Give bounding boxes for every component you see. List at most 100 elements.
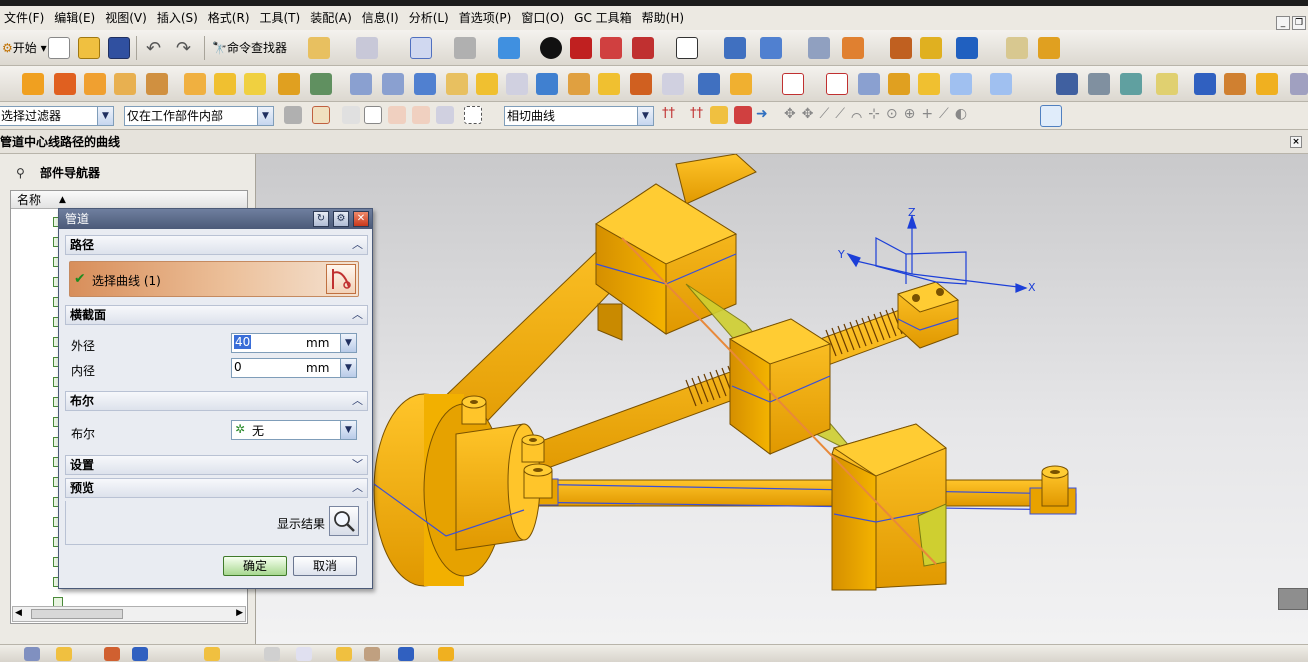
analysis-icon[interactable] xyxy=(920,37,942,59)
eraser-icon[interactable] xyxy=(364,106,382,124)
tube-icon[interactable] xyxy=(414,73,436,95)
selection-icon[interactable] xyxy=(356,37,378,59)
curve-select-button[interactable] xyxy=(326,264,356,294)
component-icon[interactable] xyxy=(1056,73,1078,95)
layer-settings-icon[interactable] xyxy=(1088,73,1110,95)
split-icon[interactable] xyxy=(598,73,620,95)
array-icon[interactable] xyxy=(204,647,220,661)
edit-section-icon[interactable] xyxy=(632,37,654,59)
menu-view[interactable]: 视图(V) xyxy=(101,6,153,30)
hole-icon[interactable] xyxy=(184,73,206,95)
house-icon[interactable] xyxy=(296,647,312,661)
spline-icon[interactable] xyxy=(888,73,910,95)
pocket-icon[interactable] xyxy=(244,73,266,95)
clip-icon[interactable] xyxy=(600,37,622,59)
navigator-horizontal-scrollbar[interactable]: ◀ ▶ xyxy=(12,606,246,622)
save-icon[interactable] xyxy=(108,37,130,59)
command-finder-button[interactable]: 🔭命令查找器 xyxy=(212,39,287,56)
snap-icon[interactable] xyxy=(312,106,330,124)
menu-tools[interactable]: 工具(T) xyxy=(256,6,307,30)
curve-stop-icon[interactable]: †† xyxy=(662,106,675,121)
arrow-right-icon[interactable]: ➜ xyxy=(756,106,768,122)
offset-icon[interactable] xyxy=(698,73,720,95)
move-icon[interactable] xyxy=(104,647,120,661)
selection-filter-dropdown[interactable]: 选择过滤器 ▼ xyxy=(0,106,114,126)
measure-icon[interactable] xyxy=(890,37,912,59)
die-icon[interactable] xyxy=(1256,73,1278,95)
menu-gc-toolkit[interactable]: GC 工具箱 xyxy=(570,6,638,30)
wave-icon[interactable] xyxy=(398,647,414,661)
constraint-icon[interactable] xyxy=(132,647,148,661)
thread-icon[interactable] xyxy=(730,73,752,95)
menu-format[interactable]: 格式(R) xyxy=(204,6,256,30)
revolve-icon[interactable] xyxy=(54,73,76,95)
minimize-icon[interactable]: _ xyxy=(1276,16,1290,30)
pad-icon[interactable] xyxy=(278,73,300,95)
graphics-window[interactable]: Z X Y xyxy=(256,154,1308,644)
undo-selection-icon[interactable] xyxy=(342,106,360,124)
menu-assembly[interactable]: 装配(A) xyxy=(306,6,358,30)
restore-icon[interactable]: ❐ xyxy=(1292,16,1306,30)
outer-diameter-field[interactable]: 40 mm ▼ xyxy=(231,333,357,353)
scroll-right-icon[interactable]: ▶ xyxy=(236,608,243,618)
ok-button[interactable]: 确定 xyxy=(223,556,287,576)
menu-window[interactable]: 窗口(O) xyxy=(517,6,570,30)
menu-insert[interactable]: 插入(S) xyxy=(153,6,204,30)
tree-icon[interactable] xyxy=(710,106,728,124)
through-curves-icon[interactable] xyxy=(950,73,972,95)
csys-icon[interactable] xyxy=(842,37,864,59)
section-path-header[interactable]: 路径 ︿ xyxy=(65,235,368,255)
section-settings-header[interactable]: 设置 ﹀ xyxy=(65,455,368,475)
select-add-icon[interactable] xyxy=(388,106,406,124)
sweep-icon[interactable] xyxy=(918,73,940,95)
shell-icon[interactable] xyxy=(506,73,528,95)
reset-icon[interactable]: ↻ xyxy=(313,211,329,227)
wizard-icon[interactable] xyxy=(308,37,330,59)
chamfer-icon[interactable] xyxy=(476,73,498,95)
scroll-left-icon[interactable]: ◀ xyxy=(15,608,22,618)
protractor-icon[interactable] xyxy=(1038,37,1060,59)
snap-point-icons[interactable]: ✥✥⟋⟋⌒⊹⊙⊕+⟋◐ xyxy=(784,106,973,122)
rectangle-icon[interactable] xyxy=(782,73,804,95)
section-icon[interactable] xyxy=(570,37,592,59)
intersect-icon[interactable] xyxy=(382,73,404,95)
chevron-down-icon[interactable]: ▼ xyxy=(340,359,356,377)
menu-preferences[interactable]: 首选项(P) xyxy=(455,6,518,30)
inner-diameter-field[interactable]: 0 mm ▼ xyxy=(231,358,357,378)
open-icon[interactable] xyxy=(78,37,100,59)
scroll-thumb[interactable] xyxy=(31,609,123,619)
scroll-handle[interactable] xyxy=(1278,588,1308,610)
close-icon[interactable]: ✕ xyxy=(353,211,369,227)
section-boolean-header[interactable]: 布尔 ︿ xyxy=(65,391,368,411)
boolean-dropdown[interactable]: ✲ 无 ▼ xyxy=(231,420,357,440)
wcs-icon[interactable] xyxy=(724,37,746,59)
label-icon[interactable] xyxy=(1156,73,1178,95)
menu-file[interactable]: 文件(F) xyxy=(0,6,50,30)
stack-icon[interactable] xyxy=(1120,73,1142,95)
curve-rule-dropdown[interactable]: 相切曲线 ▼ xyxy=(504,106,654,126)
reference-set-icon[interactable] xyxy=(438,647,454,661)
trim-icon[interactable] xyxy=(568,73,590,95)
unite-icon[interactable] xyxy=(310,73,332,95)
view-orient-icon[interactable] xyxy=(498,37,520,59)
filter-reset-icon[interactable] xyxy=(284,106,302,124)
part-icon[interactable] xyxy=(24,647,40,661)
subtract-icon[interactable] xyxy=(350,73,372,95)
menu-help[interactable]: 帮助(H) xyxy=(638,6,690,30)
block-icon[interactable] xyxy=(84,73,106,95)
menu-information[interactable]: 信息(I) xyxy=(358,6,405,30)
view-cube-icon[interactable] xyxy=(1040,105,1062,127)
section-preview-header[interactable]: 预览 ︿ xyxy=(65,478,368,498)
select-curve-row[interactable]: ✔ 选择曲线 (1) xyxy=(69,261,359,297)
chevron-down-icon[interactable]: ▼ xyxy=(340,334,356,352)
redo-icon[interactable]: ↷ xyxy=(176,38,191,59)
cylinder-icon[interactable] xyxy=(114,73,136,95)
play-icon[interactable] xyxy=(956,37,978,59)
lock-icon[interactable] xyxy=(336,647,352,661)
rectangle-select-icon[interactable] xyxy=(464,106,482,124)
new-icon[interactable] xyxy=(48,37,70,59)
add-component-icon[interactable] xyxy=(56,647,72,661)
show-result-button[interactable] xyxy=(329,506,359,536)
boss-icon[interactable] xyxy=(214,73,236,95)
draft-icon[interactable] xyxy=(536,73,558,95)
